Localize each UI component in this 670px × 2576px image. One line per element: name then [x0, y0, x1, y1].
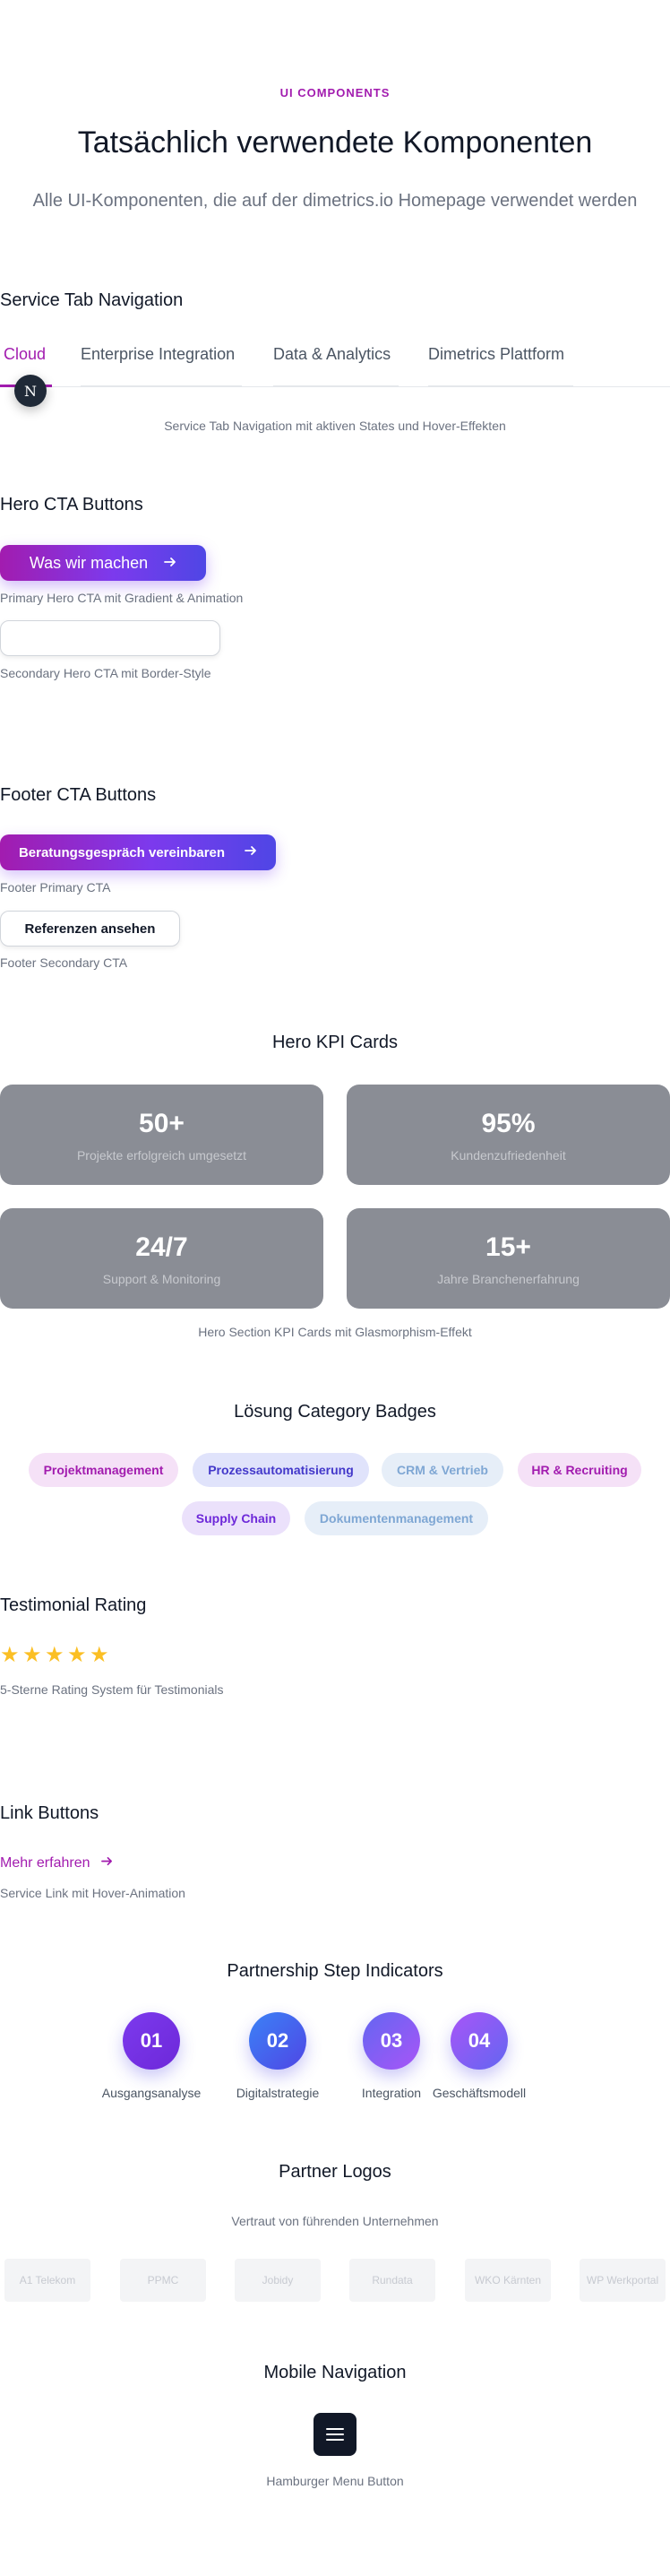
hamburger-menu-button[interactable] [314, 2413, 356, 2456]
service-tabs-heading: Service Tab Navigation [0, 290, 184, 310]
category-badge[interactable]: Prozessautomatisierung [193, 1453, 369, 1487]
footer-secondary-cta-button[interactable]: Referenzen ansehen [0, 911, 180, 947]
kpi-value: 95% [481, 1109, 536, 1138]
link-buttons-heading: Link Buttons [0, 1803, 99, 1823]
arrow-right-icon [245, 844, 257, 860]
hero-cta-heading: Hero CTA Buttons [0, 495, 143, 514]
step-indicator: 01 [123, 2012, 180, 2070]
partner-logos-subheading: Vertraut von führenden Unternehmen [231, 2214, 439, 2228]
kpi-label: Projekte erfolgreich umgesetzt [76, 1148, 247, 1163]
partner-logo: Rundata [349, 2259, 435, 2302]
partner-logo: PPMC [120, 2259, 206, 2302]
kpi-card: 15+ Jahre Branchenerfahrung [347, 1208, 670, 1309]
arrow-right-icon [100, 1855, 113, 1871]
partner-logo: WKO Kärnten [465, 2259, 551, 2302]
kpi-card: 24/7 Support & Monitoring [0, 1208, 323, 1309]
step-indicator: 02 [249, 2012, 306, 2070]
service-tab-bar: Cloud Enterprise Integration Data & Anal… [0, 339, 670, 387]
kpi-label: Kundenzufriedenheit [451, 1148, 566, 1163]
badges-heading: Lösung Category Badges [234, 1402, 436, 1422]
kpi-label: Support & Monitoring [102, 1272, 221, 1286]
rating-caption: 5-Sterne Rating System für Testimonials [0, 1682, 224, 1697]
kpi-heading: Hero KPI Cards [271, 1033, 399, 1052]
star-icon: ★ [22, 1643, 42, 1667]
section-eyebrow: UI COMPONENTS [279, 86, 391, 99]
kpi-value: 15+ [485, 1232, 531, 1262]
kpi-card: 50+ Projekte erfolgreich umgesetzt [0, 1085, 323, 1185]
footer-secondary-cta-caption: Footer Secondary CTA [0, 955, 128, 970]
star-icon: ★ [90, 1643, 109, 1667]
star-icon: ★ [45, 1643, 64, 1667]
kpi-value: 50+ [139, 1109, 185, 1138]
steps-heading: Partnership Step Indicators [227, 1961, 443, 1981]
category-badge[interactable]: HR & Recruiting [518, 1453, 641, 1487]
rating-heading: Testimonial Rating [0, 1595, 147, 1615]
kpi-label: Jahre Branchenerfahrung [437, 1272, 580, 1286]
category-badge[interactable]: Dokumentenmanagement [305, 1501, 488, 1535]
partner-logo: WP Werkportal [580, 2259, 666, 2302]
step-indicator: 04 [451, 2012, 508, 2070]
link-caption: Service Link mit Hover-Animation [0, 1886, 185, 1900]
tab-enterprise-integration[interactable]: Enterprise Integration [81, 339, 242, 387]
category-badge[interactable]: Projektmanagement [29, 1453, 178, 1487]
hamburger-line [326, 2433, 344, 2435]
kpi-card: 95% Kundenzufriedenheit [347, 1085, 670, 1185]
partner-logos-heading: Partner Logos [279, 2162, 391, 2182]
tab-dimetrics-plattform[interactable]: Dimetrics Plattform [428, 339, 573, 387]
page-title: Tatsächlich verwendete Komponenten [77, 125, 593, 160]
hero-primary-cta-caption: Primary Hero CTA mit Gradient & Animatio… [0, 591, 244, 605]
star-rating: ★ ★ ★ ★ ★ [0, 1643, 109, 1667]
hero-secondary-cta-button[interactable] [0, 620, 220, 656]
more-info-link-label: Mehr erfahren [0, 1855, 90, 1871]
footer-primary-cta-button[interactable]: Beratungsgespräch vereinbaren [0, 834, 276, 870]
partner-logo: A1 Telekom [4, 2259, 90, 2302]
floating-avatar-badge[interactable]: N [14, 375, 47, 407]
mobile-nav-caption: Hamburger Menu Button [266, 2474, 404, 2488]
hero-secondary-cta-caption: Secondary Hero CTA mit Border-Style [0, 666, 211, 680]
category-badge[interactable]: Supply Chain [182, 1501, 290, 1535]
service-tabs-caption: Service Tab Navigation mit aktiven State… [164, 419, 506, 433]
arrow-right-icon [164, 554, 176, 573]
partner-logo: Jobidy [235, 2259, 321, 2302]
footer-primary-cta-caption: Footer Primary CTA [0, 880, 111, 895]
more-info-link[interactable]: Mehr erfahren [0, 1855, 113, 1871]
kpi-caption: Hero Section KPI Cards mit Glasmorphism-… [198, 1325, 472, 1339]
step-label: Ausgangsanalyse [101, 2086, 202, 2100]
tab-data-analytics[interactable]: Data & Analytics [273, 339, 399, 387]
step-label: Geschäftsmodell [432, 2086, 527, 2100]
step-label: Digitalstrategie [236, 2086, 320, 2100]
hero-primary-cta-button[interactable]: Was wir machen [0, 545, 206, 581]
footer-cta-heading: Footer CTA Buttons [0, 785, 157, 805]
category-badge[interactable]: CRM & Vertrieb [382, 1453, 503, 1487]
hamburger-line [326, 2439, 344, 2441]
step-indicator: 03 [363, 2012, 420, 2070]
footer-primary-cta-label: Beratungsgespräch vereinbaren [18, 844, 226, 860]
hamburger-line [326, 2428, 344, 2430]
page-subtitle: Alle UI-Komponenten, die auf der dimetri… [32, 191, 638, 211]
kpi-value: 24/7 [135, 1232, 188, 1262]
star-icon: ★ [0, 1643, 20, 1667]
hero-primary-cta-label: Was wir machen [29, 553, 149, 572]
mobile-nav-heading: Mobile Navigation [263, 2363, 407, 2382]
star-icon: ★ [67, 1643, 87, 1667]
